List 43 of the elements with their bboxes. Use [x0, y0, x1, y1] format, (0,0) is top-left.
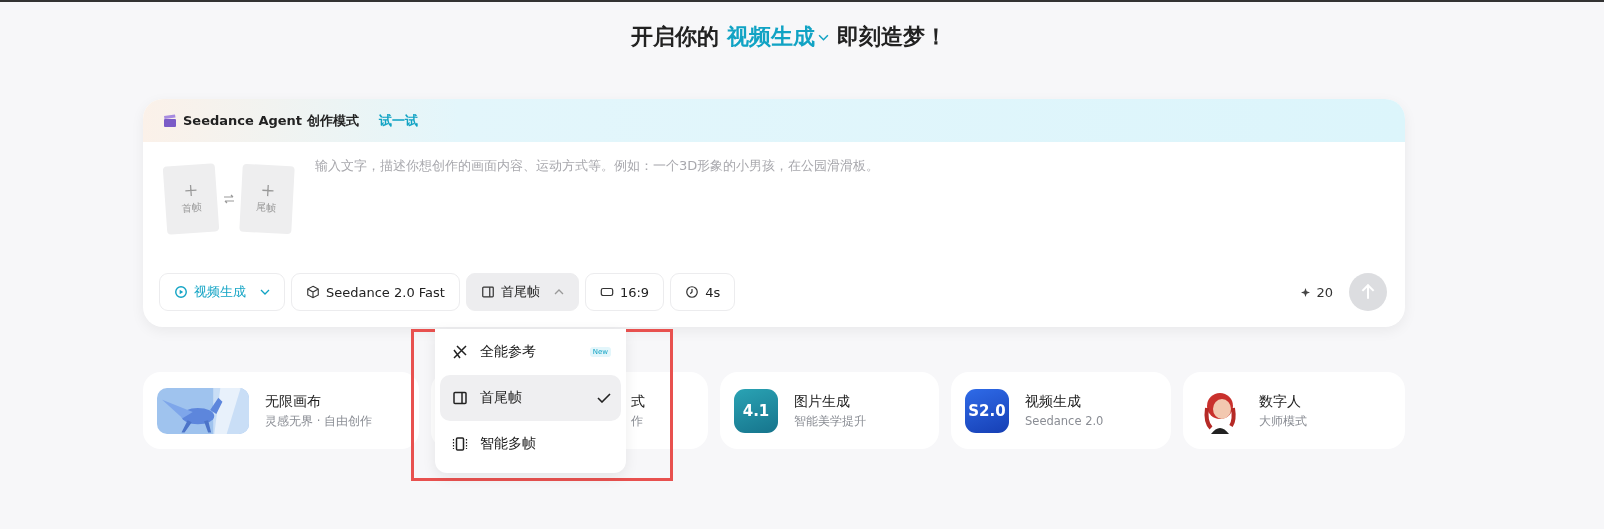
swap-icon[interactable]	[223, 194, 235, 204]
frame-icon	[480, 285, 495, 299]
card-title: 图片生成	[794, 392, 851, 411]
headline-text: 即刻造梦！	[837, 23, 947, 51]
caret-icon	[260, 289, 270, 295]
plus-icon	[260, 183, 275, 197]
caret-icon	[553, 289, 564, 295]
card-title: 视频生成	[1025, 393, 1082, 411]
arrow-up-icon	[1359, 283, 1377, 301]
card-subtitle: 大师模式	[1259, 413, 1307, 429]
plus-icon	[183, 183, 198, 197]
card-subtitle: Seedance 2.0	[1025, 414, 1104, 428]
card-title: 数字人	[1259, 392, 1302, 411]
credit-count: 20	[1316, 284, 1333, 300]
toolbar-button[interactable]: 4s	[670, 273, 736, 311]
app-tile: 4.1	[734, 388, 778, 433]
card-subtitle: 作	[631, 413, 644, 429]
card-subtitle: 灵感无界 · 自由创作	[265, 413, 372, 429]
feature-card[interactable]: 数字人 大师模式	[1183, 372, 1405, 449]
banner-title: Seedance Agent 创作模式	[183, 111, 359, 130]
menu-item[interactable]: 智能多帧	[440, 421, 621, 467]
app-tile: S2.0	[965, 388, 1009, 433]
toolbar-button[interactable]: Seedance 2.0 Fast	[291, 273, 460, 311]
cube-icon	[306, 285, 320, 299]
frame-icon	[452, 390, 468, 406]
feature-card[interactable]: 无限画布 灵感无界 · 自由创作	[143, 372, 419, 449]
caret-icon	[818, 33, 829, 41]
toolbar-button[interactable]: 16:9	[584, 273, 665, 311]
ratio-icon	[599, 285, 614, 299]
multi-frame-icon	[452, 436, 468, 452]
play-circle-icon	[174, 285, 188, 299]
card-subtitle: 智能美学提升	[794, 413, 866, 429]
sparkle-icon	[1301, 287, 1311, 297]
clapperboard-icon	[163, 113, 177, 128]
card-title: 无限画布	[265, 392, 322, 411]
menu-item[interactable]: 首尾帧	[440, 375, 621, 421]
feature-card[interactable]: 4.1 图片生成 智能美学提升	[720, 372, 939, 449]
headline-text: 开启你的	[631, 23, 719, 51]
toolbar-button[interactable]: 首尾帧	[465, 273, 579, 311]
clock-icon	[685, 285, 700, 299]
feature-card[interactable]: S2.0 视频生成 Seedance 2.0	[951, 372, 1171, 449]
check-icon	[597, 393, 611, 403]
card-title: 式	[631, 392, 645, 411]
